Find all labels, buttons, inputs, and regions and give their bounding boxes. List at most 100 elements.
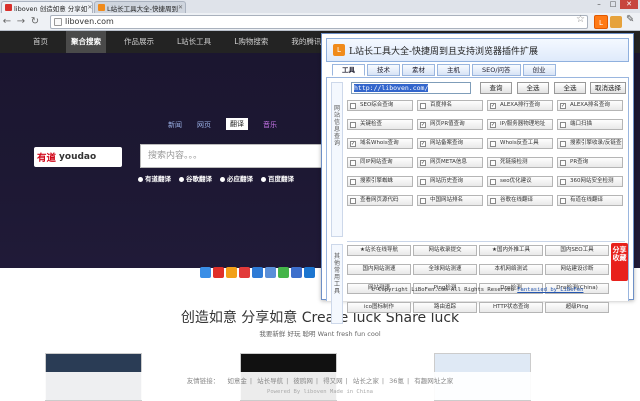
nav-item-tools[interactable]: L站长工具 — [172, 31, 216, 53]
checkbox[interactable]: ✓ — [490, 122, 496, 128]
footer-link[interactable]: 有趣网址之家 — [414, 377, 453, 385]
common-tool-button[interactable]: ★站长在线导航 — [347, 245, 411, 256]
site-tool-item[interactable]: 查看网页源代码 — [347, 195, 413, 206]
checkbox[interactable] — [560, 122, 566, 128]
common-tool-button[interactable]: ico图标制作 — [347, 302, 411, 313]
close-icon[interactable]: ✕ — [178, 4, 183, 11]
footer-link[interactable]: 站长之家 — [353, 377, 379, 385]
checkbox[interactable] — [350, 198, 356, 204]
option-google[interactable]: 谷歌翻译 — [179, 173, 212, 183]
site-tool-item[interactable]: SEO综合查询 — [347, 100, 413, 111]
extension-l-icon[interactable]: L — [594, 15, 608, 29]
footer-link[interactable]: 得又网 — [323, 377, 343, 385]
cancel-select-button[interactable]: 取消选择 — [590, 82, 626, 94]
option-baidu[interactable]: 百度翻译 — [261, 173, 294, 183]
checkbox[interactable] — [350, 103, 356, 109]
checkbox[interactable] — [420, 198, 426, 204]
share-weibo-icon[interactable] — [213, 267, 224, 278]
common-tool-button[interactable]: HTTP状态查询 — [479, 302, 543, 313]
site-tool-item[interactable]: 搜索引擎蜘蛛 — [347, 176, 413, 187]
checkbox[interactable] — [490, 198, 496, 204]
checkbox[interactable] — [560, 160, 566, 166]
site-tool-item[interactable]: ✓ ALEXA排名查询 — [557, 100, 623, 111]
checkbox[interactable] — [490, 179, 496, 185]
site-tool-item[interactable]: ✓ 域名Whois查询 — [347, 138, 413, 149]
common-tool-button[interactable]: 超级Ping — [545, 302, 609, 313]
maximize-icon[interactable]: □ — [606, 0, 620, 9]
site-tool-item[interactable]: 端口扫描 — [557, 119, 623, 130]
tab-web[interactable]: 网页 — [197, 120, 211, 130]
footer-link[interactable]: 站长导航 — [257, 377, 283, 385]
checkbox[interactable]: ✓ — [420, 122, 426, 128]
share-renren-icon[interactable] — [239, 267, 250, 278]
nav-item-home[interactable]: 首页 — [28, 31, 53, 53]
footer-link[interactable]: 如意金 — [227, 377, 247, 385]
nav-item-works[interactable]: 作品展示 — [119, 31, 159, 53]
footer-link[interactable]: 彼鸥网 — [293, 377, 313, 385]
common-tool-button[interactable]: 国内网站测速 — [347, 264, 411, 275]
checkbox[interactable] — [350, 179, 356, 185]
common-tool-button[interactable]: 路由追踪 — [413, 302, 477, 313]
tab-host[interactable]: 主机 — [437, 64, 470, 76]
site-tool-item[interactable]: 搜索引擎收录/反链查询 — [557, 138, 623, 149]
site-tool-item[interactable]: seo优化建议 — [487, 176, 553, 187]
site-tool-item[interactable]: ✓ 网站备案查询 — [417, 138, 483, 149]
common-tool-button[interactable]: 国内SEO工具 — [545, 245, 609, 256]
extension-icon[interactable] — [610, 16, 622, 28]
tab-startup[interactable]: 创业 — [522, 64, 556, 76]
common-tool-button[interactable]: 网站建设诊断 — [545, 264, 609, 275]
close-icon[interactable]: ✕ — [87, 4, 92, 11]
share-qq-icon[interactable] — [304, 267, 315, 278]
share-tieba-icon[interactable] — [291, 267, 302, 278]
tab-tools[interactable]: 工具 — [332, 64, 365, 76]
option-bing[interactable]: 必应翻译 — [220, 173, 253, 183]
tab-translate[interactable]: 翻译 — [226, 118, 248, 130]
site-tool-item[interactable]: 网站历史查询 — [417, 176, 483, 187]
share-douban-icon[interactable] — [252, 267, 263, 278]
checkbox[interactable] — [350, 160, 356, 166]
tab-news[interactable]: 新闻 — [168, 120, 182, 130]
browser-tab-2[interactable]: L站长工具大全-快捷周到 ✕ — [94, 1, 186, 13]
share-qzone-icon[interactable] — [226, 267, 237, 278]
site-tool-item[interactable]: 中国网站排名 — [417, 195, 483, 206]
checkbox[interactable] — [420, 179, 426, 185]
site-tool-item[interactable]: 死链接检测 — [487, 157, 553, 168]
checkbox[interactable]: ✓ — [420, 160, 426, 166]
checkbox[interactable] — [490, 160, 496, 166]
checkbox[interactable]: ✓ — [560, 103, 566, 109]
checkbox[interactable] — [490, 141, 496, 147]
site-tool-item[interactable]: Whois反查工具 — [487, 138, 553, 149]
site-tool-item[interactable]: ✓ 网页META信息 — [417, 157, 483, 168]
checkbox[interactable] — [560, 198, 566, 204]
site-tool-item[interactable]: PR查询 — [557, 157, 623, 168]
back-icon[interactable]: ← — [0, 15, 14, 29]
site-tool-item[interactable]: 百度排名 — [417, 100, 483, 111]
checkbox[interactable] — [350, 122, 356, 128]
reload-icon[interactable]: ↻ — [28, 15, 42, 29]
checkbox[interactable]: ✓ — [490, 103, 496, 109]
option-youdao[interactable]: 有道翻译 — [138, 173, 171, 183]
url-input[interactable]: http://liboven.com/ — [351, 82, 471, 94]
wrench-menu-icon[interactable]: ✎ — [626, 14, 634, 25]
window-close-icon[interactable]: ✕ — [620, 0, 638, 9]
nav-item-search[interactable]: 聚合搜索 — [66, 31, 106, 53]
tab-music[interactable]: 音乐 — [263, 120, 277, 130]
checkbox[interactable]: ✓ — [420, 141, 426, 147]
common-tool-button[interactable]: 网站收录提交 — [413, 245, 477, 256]
minimize-icon[interactable]: – — [592, 0, 606, 9]
forward-icon[interactable]: → — [14, 15, 28, 29]
share-wechat-icon[interactable] — [278, 267, 289, 278]
share-kaixin-icon[interactable] — [265, 267, 276, 278]
site-tool-item[interactable]: 同IP网站查询 — [347, 157, 413, 168]
select-all-button[interactable]: 全选 — [554, 82, 586, 94]
tab-seo[interactable]: SEO/问答 — [472, 64, 521, 76]
share-collect-tag[interactable]: 分享收藏 — [611, 243, 628, 281]
common-tool-button[interactable]: 本机网络测试 — [479, 264, 543, 275]
query-button[interactable]: 查询 — [480, 82, 512, 94]
address-bar[interactable]: liboven.com — [50, 15, 588, 29]
checkbox[interactable] — [560, 179, 566, 185]
site-tool-item[interactable]: ✓ IP/服务器物理地址 — [487, 119, 553, 130]
site-tool-item[interactable]: ✓ ALEXA排行查询 — [487, 100, 553, 111]
tab-material[interactable]: 素材 — [402, 64, 435, 76]
site-tool-item[interactable]: 有道在线翻译 — [557, 195, 623, 206]
